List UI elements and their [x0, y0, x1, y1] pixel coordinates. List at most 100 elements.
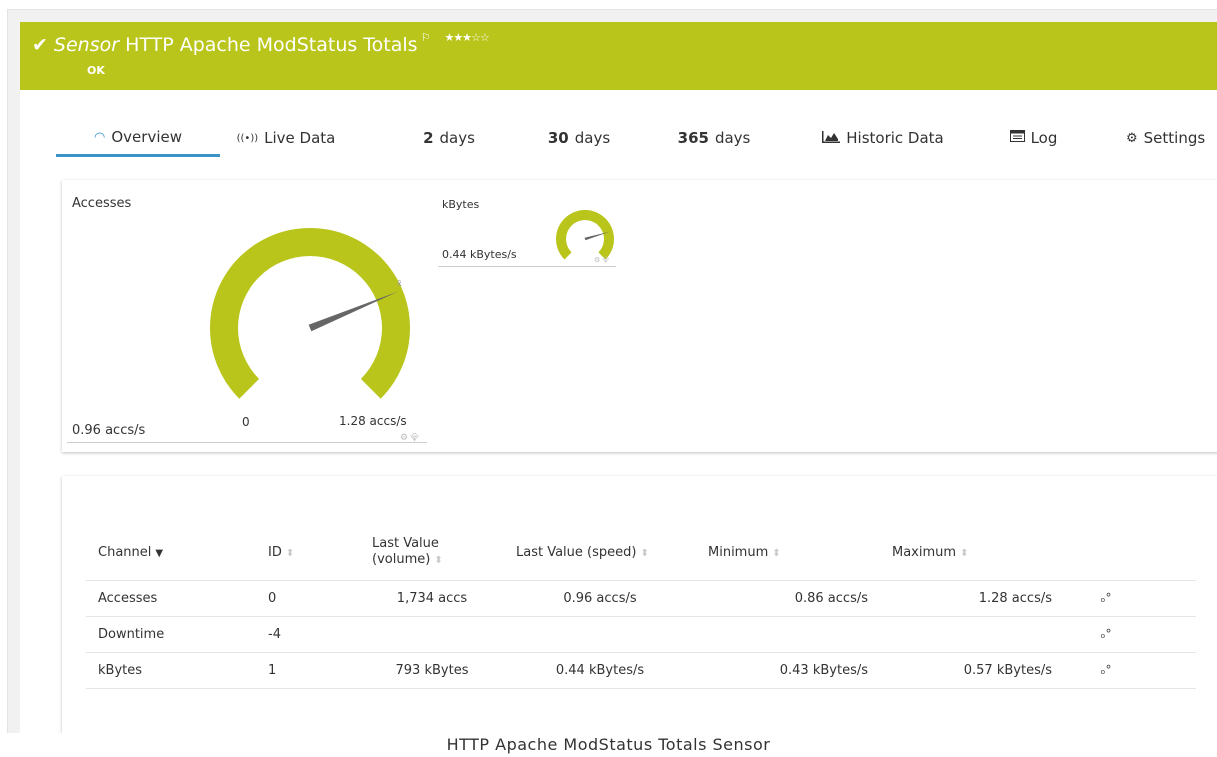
sensor-header: ✔ Sensor HTTP Apache ModStatus Totals ⚐ … — [20, 22, 1217, 90]
accesses-gauge-min: 0 — [242, 415, 250, 429]
kbytes-gauge-tools-icon[interactable]: ⚙⯓ — [594, 256, 611, 267]
channels-table: Channel ▼ ID ⬍ Last Value (volume) ⬍ Last Va… — [86, 524, 1196, 689]
sensor-title-row: ✔ Sensor HTTP Apache ModStatus Totals ⚐ … — [32, 30, 490, 60]
flag-icon[interactable]: ⚐ — [421, 31, 431, 44]
cell-volume — [360, 616, 504, 653]
column-label: Channel — [98, 544, 152, 560]
channel-settings-cell[interactable]: ₒ° — [1064, 580, 1148, 617]
cell-speed: 0.44 kBytes/s — [504, 652, 696, 689]
column-label: Last Value (speed) — [516, 544, 637, 560]
channel-settings-cell[interactable]: ₒ° — [1064, 616, 1148, 653]
column-label: Maximum — [892, 544, 957, 560]
tab-label: days — [439, 129, 475, 147]
tab-label: Settings — [1143, 129, 1206, 147]
tab-label: Log — [1030, 129, 1058, 147]
table-row[interactable]: Downtime -4 ₒ° — [86, 616, 1196, 653]
tab-live-data[interactable]: ((•)) Live Data — [226, 120, 346, 156]
accesses-gauge-max: 1.28 accs/s — [339, 414, 407, 428]
sort-icon: ⬍ — [640, 547, 649, 559]
cell-speed: 0.96 accs/s — [504, 580, 696, 617]
check-icon: ✔ — [32, 34, 48, 56]
column-header-minimum[interactable]: Minimum ⬍ — [696, 524, 880, 581]
cell-id: -4 — [256, 616, 360, 653]
column-label: (volume) — [372, 551, 431, 567]
accesses-gauge-tools-icon[interactable]: ⚙⯓ — [400, 430, 421, 446]
tab-number: 365 — [677, 129, 709, 147]
cell-channel[interactable]: Accesses — [86, 580, 256, 617]
column-header-channel[interactable]: Channel ▼ — [86, 524, 256, 581]
tab-label: days — [574, 129, 611, 147]
tab-overview[interactable]: ◠ Overview — [56, 120, 220, 157]
channel-settings-icon[interactable]: ₒ° — [1101, 591, 1112, 605]
tab-historic-data[interactable]: Historic Data — [813, 120, 953, 156]
row-spacer — [1148, 652, 1196, 689]
cell-channel[interactable]: Downtime — [86, 616, 256, 653]
tab-label: Historic Data — [846, 129, 944, 147]
sort-icon: ⬍ — [960, 547, 969, 559]
channel-settings-icon[interactable]: ₒ° — [1101, 627, 1112, 641]
cell-id: 0 — [256, 580, 360, 617]
tab-30-days[interactable]: 30 days — [539, 120, 619, 156]
tab-number: 2 — [423, 129, 434, 147]
tab-label: days — [714, 129, 751, 147]
table-row[interactable]: kBytes 1 793 kBytes 0.44 kBytes/s 0.43 k… — [86, 652, 1196, 689]
cell-volume: 1,734 accs — [360, 580, 504, 617]
log-icon — [1009, 130, 1025, 146]
column-header-last-value-speed[interactable]: Last Value (speed) ⬍ — [504, 524, 696, 581]
kbytes-gauge-value: 0.44 kBytes/s — [442, 248, 517, 261]
column-header-id[interactable]: ID ⬍ — [256, 524, 360, 581]
sort-icon: ⬍ — [772, 547, 781, 559]
cell-maximum — [880, 616, 1064, 653]
gauge-marker: x̄ — [397, 279, 402, 288]
live-data-icon: ((•)) — [236, 132, 259, 144]
figure-caption: HTTP Apache ModStatus Totals Sensor — [446, 735, 771, 754]
kbytes-gauge[interactable] — [550, 204, 620, 264]
overview-icon: ◠ — [94, 129, 106, 145]
table-header-row: Channel ▼ ID ⬍ Last Value (volume) ⬍ Last Va… — [86, 524, 1196, 581]
historic-data-icon — [822, 130, 841, 147]
tab-2-days[interactable]: 2 days — [414, 120, 484, 156]
sort-down-icon: ▼ — [155, 547, 164, 559]
channels-panel: Channel ▼ ID ⬍ Last Value (volume) ⬍ Last Va… — [62, 476, 1217, 733]
accesses-gauge-value: 0.96 accs/s — [72, 423, 146, 438]
accesses-gauge[interactable]: x̄ — [200, 218, 420, 418]
status-badge: OK — [87, 64, 105, 77]
column-header-last-value-volume[interactable]: Last Value (volume) ⬍ — [360, 524, 504, 581]
gauges-panel: Accesses x̄ 0.96 accs/s 0 1.28 accs/s ⚙⯓… — [62, 180, 1217, 452]
tab-label: Live Data — [264, 129, 336, 147]
column-label: ID — [268, 544, 282, 560]
tab-log[interactable]: Log — [1001, 120, 1066, 156]
main-content: ◠ Overview ((•)) Live Data 2 days 30 day… — [20, 90, 1217, 733]
channel-settings-cell[interactable]: ₒ° — [1064, 652, 1148, 689]
cell-volume: 793 kBytes — [360, 652, 504, 689]
cell-minimum: 0.43 kBytes/s — [696, 652, 880, 689]
cell-channel[interactable]: kBytes — [86, 652, 256, 689]
tab-365-days[interactable]: 365 days — [669, 120, 759, 156]
accesses-gauge-divider — [67, 442, 427, 443]
kbytes-gauge-divider — [438, 266, 616, 267]
sensor-name[interactable]: HTTP Apache ModStatus Totals — [125, 34, 418, 56]
channel-settings-icon[interactable]: ₒ° — [1101, 663, 1112, 677]
settings-icon: ⚙ — [1126, 130, 1138, 146]
cell-minimum — [696, 616, 880, 653]
tab-bar: ◠ Overview ((•)) Live Data 2 days 30 day… — [56, 120, 1217, 157]
sensor-page: ✔ Sensor HTTP Apache ModStatus Totals ⚐ … — [7, 9, 1217, 733]
cell-minimum: 0.86 accs/s — [696, 580, 880, 617]
kbytes-gauge-arc — [556, 210, 614, 260]
sensor-type-label: Sensor — [53, 34, 120, 56]
sort-icon: ⬍ — [285, 547, 295, 559]
cell-maximum: 1.28 accs/s — [880, 580, 1064, 617]
tab-settings[interactable]: ⚙ Settings — [1126, 120, 1217, 156]
kbytes-gauge-title: kBytes — [442, 198, 480, 211]
table-row[interactable]: Accesses 0 1,734 accs 0.96 accs/s 0.86 a… — [86, 580, 1196, 617]
column-header-spacer — [1148, 524, 1196, 581]
row-spacer — [1148, 616, 1196, 653]
column-label: Minimum — [708, 544, 769, 560]
column-header-maximum[interactable]: Maximum ⬍ — [880, 524, 1064, 581]
column-label: Last Value — [372, 535, 439, 551]
tab-label: Overview — [111, 128, 182, 146]
cell-maximum: 0.57 kBytes/s — [880, 652, 1064, 689]
priority-stars[interactable]: ★★★☆☆ — [444, 31, 489, 44]
cell-speed — [504, 616, 696, 653]
column-header-actions — [1064, 524, 1148, 581]
